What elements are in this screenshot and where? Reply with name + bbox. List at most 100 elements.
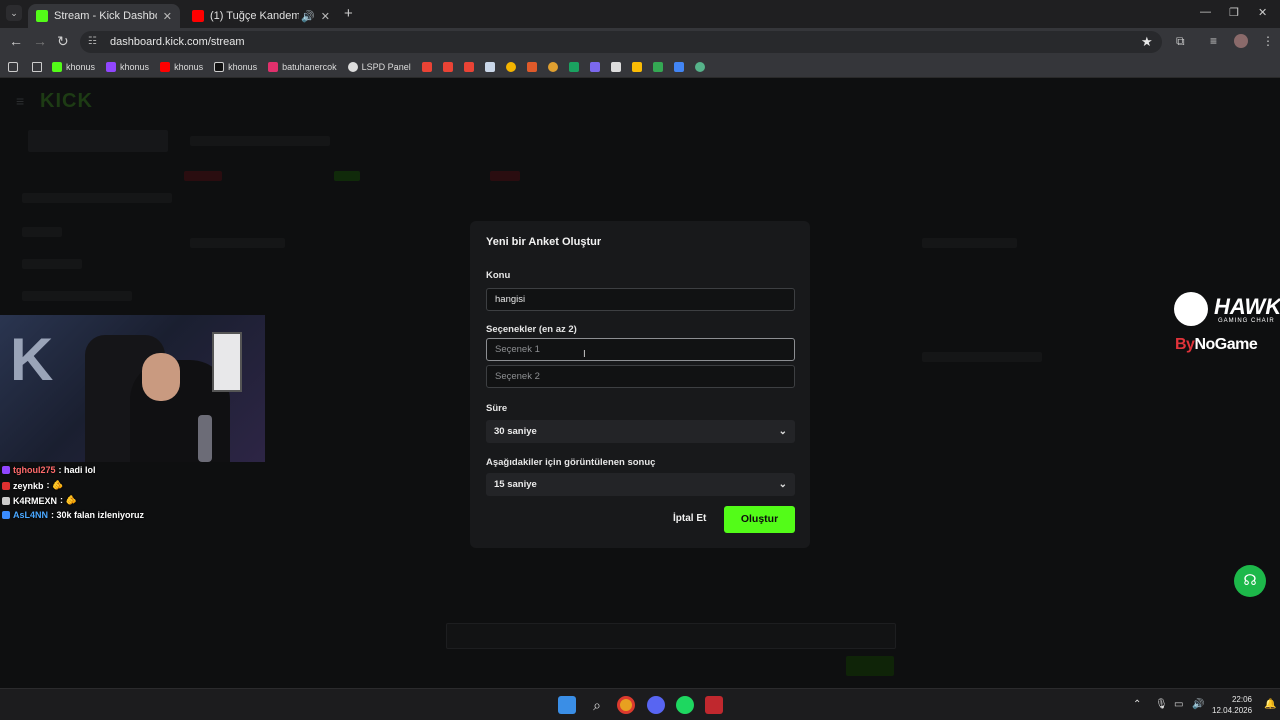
bookmark-drive[interactable] <box>652 61 663 72</box>
bookmark-x[interactable]: khonus <box>214 61 258 72</box>
chat-message: : 30k falan izleniyoruz <box>51 510 145 520</box>
menu-icon[interactable]: ⋮ <box>1262 34 1274 48</box>
bookmark-13[interactable] <box>673 61 684 72</box>
option-1-input[interactable]: Seçenek 1 I <box>486 338 795 361</box>
bookmark-label: batuhanercok <box>282 61 337 72</box>
chat-message: : 🫵 <box>60 495 77 505</box>
bookmark-14[interactable] <box>694 61 705 72</box>
create-button[interactable]: Oluştur <box>724 506 795 533</box>
sidebar-active-item <box>28 130 168 152</box>
profile-avatar[interactable] <box>1234 34 1248 48</box>
search-icon[interactable]: ⌕ <box>588 696 606 714</box>
panel-header <box>922 238 1017 248</box>
new-tab-icon[interactable]: + <box>344 5 353 22</box>
clock[interactable]: 22:06 12.04.2026 <box>1212 694 1252 716</box>
duration-select[interactable]: 30 saniye ⌄ <box>486 420 795 443</box>
overlay-chat-line: K4RMEXN : 🫵 <box>2 495 77 506</box>
chrome-icon[interactable] <box>617 696 635 714</box>
menu-icon: ≡ <box>16 93 25 109</box>
bookmark-star-icon[interactable]: ★ <box>1141 34 1153 50</box>
bookmark-icon <box>547 61 558 72</box>
kick-logo: KICK <box>40 90 93 112</box>
k-logo: K <box>10 326 54 393</box>
result-duration-select[interactable]: 15 saniye ⌄ <box>486 473 795 496</box>
bookmark-twitch[interactable]: khonus <box>106 61 149 72</box>
bookmark-icon <box>526 61 537 72</box>
spotify-icon[interactable] <box>676 696 694 714</box>
bookmark-11[interactable] <box>631 61 642 72</box>
tab-youtube[interactable]: (1) Tuğçe Kandemir - Yanlış 🔊 ✕ <box>184 4 338 28</box>
extensions-icon[interactable]: ⧉ <box>1176 34 1185 49</box>
wall-poster <box>212 332 242 392</box>
clock-date: 12.04.2026 <box>1212 706 1253 715</box>
windows-start-icon[interactable] <box>558 696 576 714</box>
tab-search-button[interactable]: ⌄ <box>6 5 22 21</box>
bookmark-9[interactable] <box>589 61 600 72</box>
kick-icon <box>52 61 62 72</box>
bookmark-youtube[interactable]: khonus <box>160 61 204 72</box>
chat-username: zeynkb <box>13 480 44 491</box>
forward-icon[interactable]: → <box>33 33 47 49</box>
notifications-icon[interactable]: 🔔 <box>1264 699 1276 710</box>
status-badge <box>334 171 360 181</box>
reload-icon[interactable]: ↻ <box>57 33 69 50</box>
duration-label: Süre <box>486 403 508 414</box>
folder-icon[interactable] <box>32 61 42 72</box>
back-icon[interactable]: ← <box>9 33 23 49</box>
tab-title: Stream - Kick Dashboard <box>54 10 157 22</box>
bookmark-icon <box>694 61 705 72</box>
bookmark-10[interactable] <box>610 61 621 72</box>
url-text: dashboard.kick.com/stream <box>110 36 245 48</box>
bookmark-label: khonus <box>174 61 204 72</box>
tab-kick-dashboard[interactable]: Stream - Kick Dashboard ✕ <box>28 4 180 28</box>
bookmark-label: khonus <box>228 61 258 72</box>
site-info-icon[interactable]: ☷ <box>88 36 100 48</box>
volume-icon[interactable]: 🔊 <box>1192 699 1204 710</box>
close-window-icon[interactable]: ✕ <box>1258 6 1267 19</box>
audio-playing-icon[interactable]: 🔊 <box>301 10 315 23</box>
bookmark-gmail-3[interactable] <box>463 61 474 72</box>
bynogame-logo: ByNoGame <box>1175 336 1258 354</box>
panel-header <box>190 136 330 146</box>
webcam-overlay: K <box>0 315 265 462</box>
close-tab-icon[interactable]: ✕ <box>321 10 330 23</box>
bookmark-icon <box>610 61 621 72</box>
restore-icon[interactable]: ❐ <box>1229 6 1239 19</box>
apps-icon[interactable] <box>8 61 18 72</box>
taskbar: ⌕ ⌃ 🎙 ▭ 🔊 22:06 12.04.2026 🔔 <box>0 688 1280 720</box>
bookmark-docs[interactable] <box>484 61 495 72</box>
media-control-icon[interactable]: ≡ <box>1210 34 1217 48</box>
bookmark-6[interactable] <box>526 61 537 72</box>
bookmark-kick[interactable]: khonus <box>52 61 95 72</box>
close-tab-icon[interactable]: ✕ <box>163 10 172 23</box>
topic-label: Konu <box>486 270 511 281</box>
text-cursor-icon: I <box>583 349 586 360</box>
bookmark-instagram[interactable]: batuhanercok <box>268 61 337 72</box>
microphone-icon[interactable]: 🎙 <box>1155 699 1168 710</box>
x-icon <box>214 61 225 72</box>
chat-username: AsL4NN <box>13 510 49 520</box>
discord-icon[interactable] <box>647 696 665 714</box>
option-2-input[interactable]: Seçenek 2 <box>486 365 795 388</box>
result-label: Aşağıdakiler için görüntülenen sonuç <box>486 457 656 468</box>
tab-strip: ⌄ Stream - Kick Dashboard ✕ (1) Tuğçe Ka… <box>0 0 1280 28</box>
app-icon[interactable] <box>705 696 723 714</box>
drive-icon <box>652 61 663 72</box>
network-icon[interactable]: ▭ <box>1174 699 1183 710</box>
bookmark-gmail-1[interactable] <box>421 61 432 72</box>
duration-value: 30 saniye <box>494 426 537 437</box>
bookmark-sheets[interactable] <box>568 61 579 72</box>
tray-overflow-icon[interactable]: ⌃ <box>1133 699 1141 710</box>
topic-input[interactable]: hangisi <box>486 288 795 311</box>
options-label: Seçenekler (en az 2) <box>486 324 577 335</box>
bookmark-lspd[interactable]: LSPD Panel <box>347 61 411 72</box>
bookmark-7[interactable] <box>547 61 558 72</box>
address-bar[interactable]: ☷ dashboard.kick.com/stream <box>80 31 1162 53</box>
minimize-icon[interactable]: — <box>1200 6 1211 18</box>
support-headset-icon[interactable]: ☊ <box>1234 565 1266 597</box>
panel-header <box>922 352 1042 362</box>
cancel-button[interactable]: İptal Et <box>673 513 706 524</box>
bookmark-gmail-2[interactable] <box>442 61 453 72</box>
bookmark-5[interactable] <box>505 61 516 72</box>
bookmark-label: LSPD Panel <box>361 61 411 72</box>
